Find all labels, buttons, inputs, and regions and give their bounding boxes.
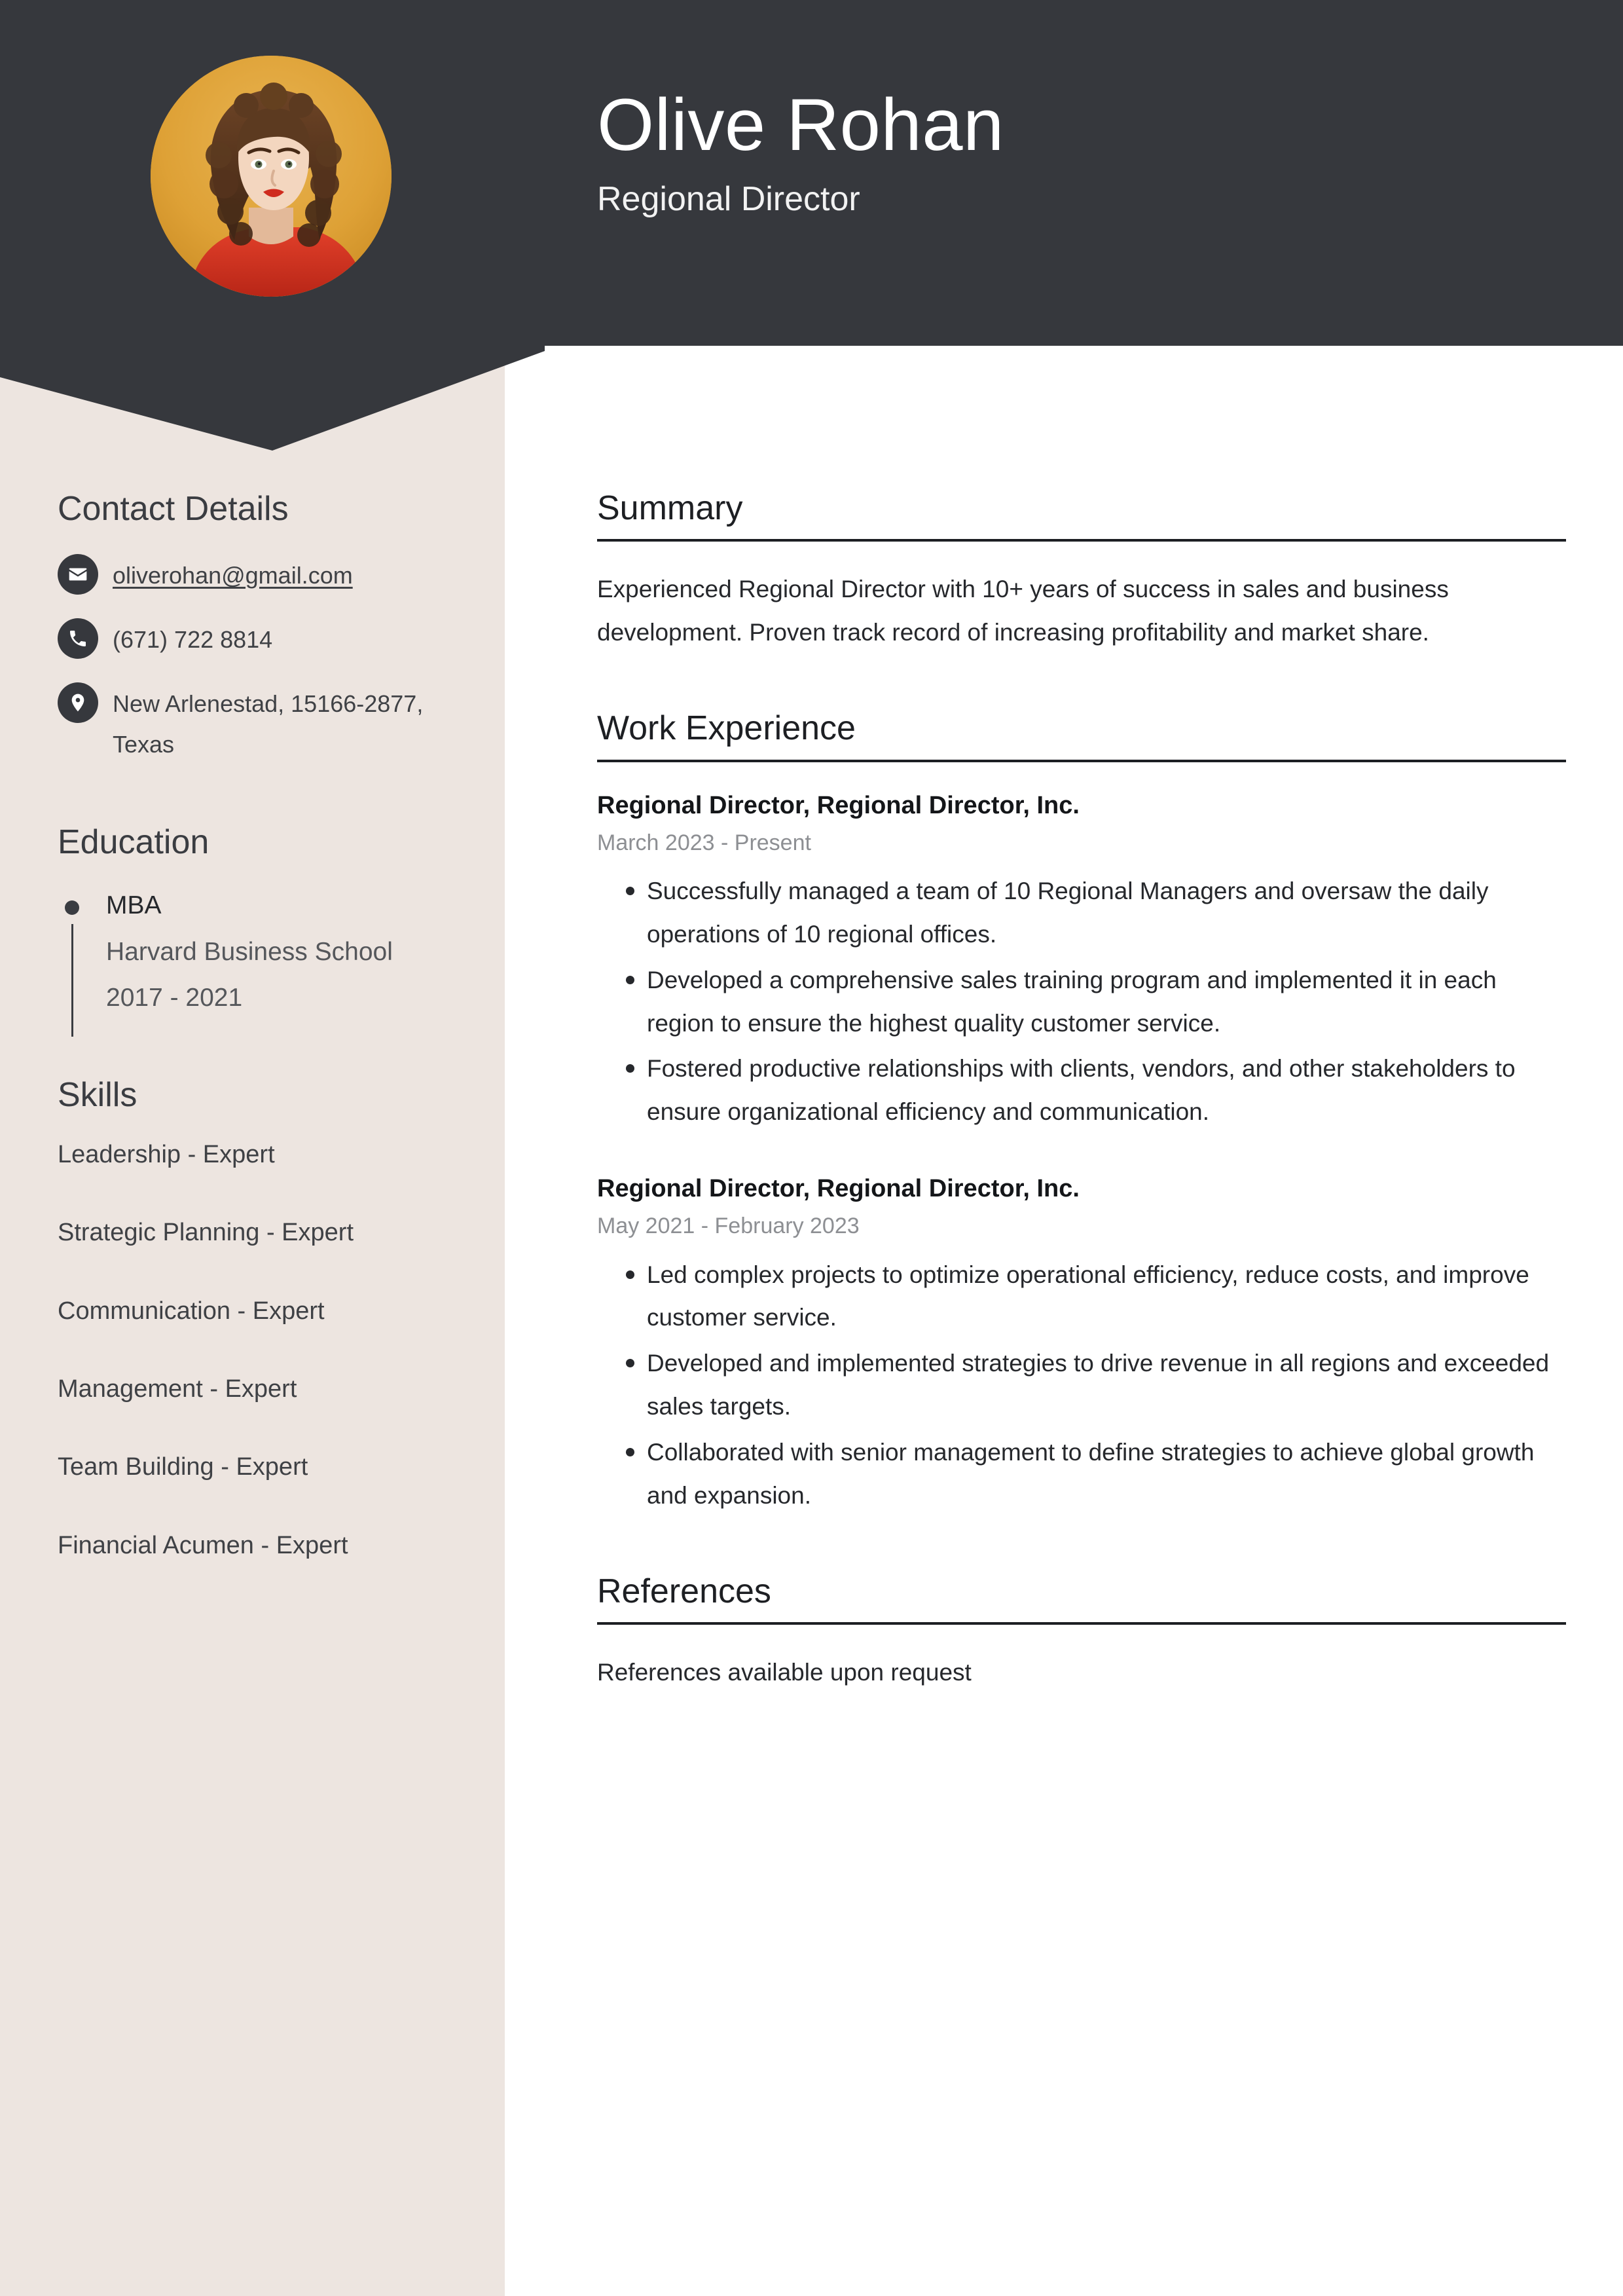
section-divider: [597, 759, 1566, 762]
contact-details-section: Contact Details oliverohan@gmail.com (67…: [58, 488, 464, 765]
summary-section: Summary Experienced Regional Director wi…: [597, 488, 1566, 654]
candidate-name: Olive Rohan: [597, 84, 1004, 166]
contact-address-value[interactable]: New Arlenestad, 15166-2877, Texas: [113, 681, 464, 765]
location-pin-icon: [58, 682, 98, 723]
contact-item-email[interactable]: oliverohan@gmail.com: [58, 553, 464, 596]
job-entry: Regional Director, Regional Director, In…: [597, 1172, 1566, 1517]
job-entry: Regional Director, Regional Director, In…: [597, 788, 1566, 1134]
education-dates: 2017 - 2021: [106, 984, 243, 1012]
contact-phone-value[interactable]: (671) 722 8814: [113, 617, 272, 660]
skill-item: Management - Expert: [58, 1375, 297, 1403]
timeline-line: [71, 923, 73, 1037]
bullet-dot-icon: [65, 900, 79, 915]
header-text-block: Olive Rohan Regional Director: [597, 84, 1514, 220]
section-divider: [597, 1622, 1566, 1625]
avatar: [151, 56, 392, 297]
job-bullet: Collaborated with senior management to d…: [597, 1431, 1566, 1517]
skills-section: Skills Leadership - Expert Strategic Pla…: [58, 1074, 464, 1562]
job-title: Regional Director, Regional Director, In…: [597, 1175, 1080, 1203]
contact-details-heading: Contact Details: [58, 490, 289, 528]
envelope-icon: [58, 554, 98, 595]
job-dates: March 2023 - Present: [597, 830, 811, 855]
work-experience-section: Work Experience Regional Director, Regio…: [597, 708, 1566, 1517]
job-bullet: Led complex projects to optimize operati…: [597, 1253, 1566, 1340]
job-bullet: Successfully managed a team of 10 Region…: [597, 870, 1566, 956]
job-bullet: Developed and implemented strategies to …: [597, 1342, 1566, 1428]
summary-heading: Summary: [597, 489, 743, 527]
contact-item-phone[interactable]: (671) 722 8814: [58, 617, 464, 660]
skill-item: Team Building - Expert: [58, 1453, 308, 1481]
references-heading: References: [597, 1572, 771, 1610]
references-section: References References available upon req…: [597, 1571, 1566, 1694]
skill-item: Strategic Planning - Expert: [58, 1219, 354, 1247]
education-heading: Education: [58, 823, 210, 861]
education-degree: MBA: [106, 891, 162, 919]
skill-item: Leadership - Expert: [58, 1140, 275, 1168]
education-item: MBA Harvard Business School 2017 - 2021: [58, 886, 464, 1037]
resume-page: Olive Rohan Regional Director Contact De…: [0, 0, 1623, 2296]
section-divider: [597, 539, 1566, 542]
skill-item: Financial Acumen - Expert: [58, 1531, 348, 1559]
job-bullet-list: Successfully managed a team of 10 Region…: [597, 870, 1566, 1134]
phone-icon: [58, 618, 98, 659]
job-bullet: Developed a comprehensive sales training…: [597, 959, 1566, 1045]
job-bullet: Fostered productive relationships with c…: [597, 1047, 1566, 1134]
contact-item-address[interactable]: New Arlenestad, 15166-2877, Texas: [58, 681, 464, 765]
candidate-job-title: Regional Director: [597, 180, 860, 219]
skills-heading: Skills: [58, 1075, 137, 1114]
sidebar-content: Contact Details oliverohan@gmail.com (67…: [58, 488, 464, 1562]
job-title: Regional Director, Regional Director, In…: [597, 791, 1080, 819]
main-content: Summary Experienced Regional Director wi…: [597, 488, 1566, 1694]
job-bullet-list: Led complex projects to optimize operati…: [597, 1253, 1566, 1517]
education-section: Education MBA Harvard Business School 20…: [58, 821, 464, 1037]
summary-text: Experienced Regional Director with 10+ y…: [597, 576, 1449, 646]
contact-email-value[interactable]: oliverohan@gmail.com: [113, 553, 353, 596]
education-school: Harvard Business School: [106, 938, 393, 967]
job-dates: May 2021 - February 2023: [597, 1213, 860, 1239]
contact-list: oliverohan@gmail.com (671) 722 8814 New …: [58, 553, 464, 765]
references-text: References available upon request: [597, 1659, 972, 1686]
skill-item: Communication - Expert: [58, 1297, 325, 1325]
work-experience-heading: Work Experience: [597, 709, 856, 748]
